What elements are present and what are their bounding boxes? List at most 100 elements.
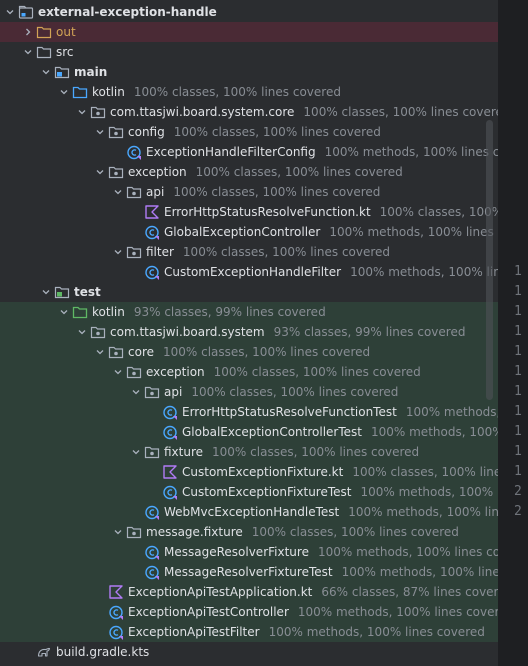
chevron-down-icon[interactable]	[128, 442, 144, 462]
kotlin-class-icon	[144, 564, 160, 580]
chevron-down-icon[interactable]	[92, 162, 108, 182]
tree-item-label: kotlin	[92, 305, 125, 319]
tree-row[interactable]: api 100% classes, 100% lines covered	[0, 182, 498, 202]
editor-gutter-panel: 1 1 1 1 1 1 1 1 1 1 1 2 2	[498, 0, 528, 666]
line-number: 2	[514, 484, 522, 499]
tree-item-label: MessageResolverFixture	[164, 545, 309, 559]
chevron-down-icon[interactable]	[92, 342, 108, 362]
tree-row[interactable]: MessageResolverFixture 100% methods, 100%…	[0, 542, 498, 562]
tree-row[interactable]: GlobalExceptionControllerTest 100% method…	[0, 422, 498, 442]
chevron-down-icon[interactable]	[110, 242, 126, 262]
package-icon	[108, 124, 124, 140]
tree-row[interactable]: CustomExceptionFixture.kt 100% classes, 1…	[0, 462, 498, 482]
line-number: 1	[514, 444, 522, 459]
chevron-down-icon[interactable]	[110, 182, 126, 202]
tree-row[interactable]: WebMvcExceptionHandleTest 100% methods, 1…	[0, 502, 498, 522]
tree-row[interactable]: api 100% classes, 100% lines covered	[0, 382, 498, 402]
coverage-text: 100% classes, 100% lines covered	[213, 365, 421, 379]
line-number: 1	[514, 264, 522, 279]
tree-scrollbar[interactable]	[486, 120, 493, 400]
tree-item-label: core	[128, 345, 154, 359]
kotlin-class-icon	[162, 484, 178, 500]
chevron-right-icon[interactable]	[20, 22, 36, 42]
chevron-down-icon[interactable]	[56, 82, 72, 102]
tree-row[interactable]: com.ttasjwi.board.system.core 100% classe…	[0, 102, 498, 122]
coverage-text: 100% classes, 100% lines covered	[173, 125, 381, 139]
package-icon	[108, 164, 124, 180]
tree-item-label: MessageResolverFixtureTest	[164, 565, 333, 579]
tree-item-label: test	[74, 285, 101, 299]
coverage-text: 100% methods, 100% lines covered	[317, 545, 498, 559]
tree-row[interactable]: CustomExceptionFixtureTest 100% methods, …	[0, 482, 498, 502]
tree-row[interactable]: src	[0, 42, 498, 62]
tree-item-label: external-exception-handle	[38, 5, 217, 19]
kotlin-class-icon	[144, 264, 160, 280]
tree-row[interactable]: CustomExceptionHandleFilter 100% methods,…	[0, 262, 498, 282]
chevron-down-icon[interactable]	[38, 282, 54, 302]
tree-row[interactable]: ExceptionApiTestFilter 100% methods, 100%…	[0, 622, 498, 642]
chevron-down-icon[interactable]	[110, 362, 126, 382]
tree-row[interactable]: kotlin 93% classes, 99% lines covered	[0, 302, 498, 322]
line-number: 1	[514, 284, 522, 299]
tree-row[interactable]: core 100% classes, 100% lines covered	[0, 342, 498, 362]
chevron-down-icon[interactable]	[92, 122, 108, 142]
chevron-down-icon[interactable]	[128, 382, 144, 402]
tree-row[interactable]: external-exception-handle	[0, 2, 498, 22]
tree-row[interactable]: MessageResolverFixtureTest 100% methods, …	[0, 562, 498, 582]
chevron-down-icon[interactable]	[74, 322, 90, 342]
package-icon	[126, 184, 142, 200]
coverage-text: 100% methods, 100% lines covered	[324, 145, 498, 159]
coverage-text: 100% classes, 100% lines covered	[195, 165, 403, 179]
tree-row[interactable]: message.fixture 100% classes, 100% lines …	[0, 522, 498, 542]
tree-item-label: CustomExceptionFixtureTest	[182, 485, 352, 499]
tree-row[interactable]: fixture 100% classes, 100% lines covered	[0, 442, 498, 462]
project-tree: external-exception-handle out src main kotli…	[0, 0, 498, 666]
tree-row[interactable]: ErrorHttpStatusResolveFunction.kt 100% cl…	[0, 202, 498, 222]
chevron-down-icon[interactable]	[110, 522, 126, 542]
tree-row[interactable]: ExceptionApiTestApplication.kt 66% classe…	[0, 582, 498, 602]
tree-item-label: GlobalExceptionController	[164, 225, 321, 239]
tree-item-label: kotlin	[92, 85, 125, 99]
folder-icon	[36, 44, 52, 60]
chevron-down-icon[interactable]	[38, 62, 54, 82]
package-icon	[126, 364, 142, 380]
package-icon	[90, 324, 106, 340]
kotlin-class-icon	[144, 504, 160, 520]
coverage-text: 100% classes, 100% lines covered	[182, 245, 391, 259]
package-icon	[144, 444, 160, 460]
chevron-down-icon[interactable]	[74, 102, 90, 122]
tree-row[interactable]: GlobalExceptionController 100% methods, 1…	[0, 222, 498, 242]
coverage-text: 100% classes, 100% lines covered	[352, 465, 498, 479]
tree-item-label: exception	[128, 165, 187, 179]
package-icon	[126, 524, 142, 540]
chevron-down-icon[interactable]	[2, 2, 18, 22]
tree-row[interactable]: exception 100% classes, 100% lines covere…	[0, 162, 498, 182]
tree-row[interactable]: filter 100% classes, 100% lines covered	[0, 242, 498, 262]
tree-row[interactable]: ExceptionApiTestController 100% methods, …	[0, 602, 498, 622]
tree-row[interactable]: kotlin 100% classes, 100% lines covered	[0, 82, 498, 102]
tree-item-label: api	[164, 385, 183, 399]
tree-row[interactable]: ErrorHttpStatusResolveFunctionTest 100% m…	[0, 402, 498, 422]
tree-item-label: out	[56, 25, 76, 39]
tree-row[interactable]: test	[0, 282, 498, 302]
tree-row[interactable]: main	[0, 62, 498, 82]
tree-row[interactable]: config 100% classes, 100% lines covered	[0, 122, 498, 142]
tree-row[interactable]: out	[0, 22, 498, 42]
coverage-text: 66% classes, 87% lines covered	[321, 585, 498, 599]
line-number: 1	[514, 404, 522, 419]
kotlin-file-icon	[144, 204, 160, 220]
line-number: 1	[514, 424, 522, 439]
tree-row[interactable]: exception 100% classes, 100% lines covere…	[0, 362, 498, 382]
chevron-down-icon[interactable]	[20, 42, 36, 62]
coverage-text: 100% methods, 100% lines covered	[350, 265, 498, 279]
tree-item-label: exception	[146, 365, 205, 379]
tree-row[interactable]: com.ttasjwi.board.system 93% classes, 99%…	[0, 322, 498, 342]
tree-row[interactable]: build.gradle.kts	[0, 642, 498, 662]
chevron-down-icon[interactable]	[56, 302, 72, 322]
kotlin-class-icon	[144, 544, 160, 560]
tree-row[interactable]: ExceptionHandleFilterConfig 100% methods,…	[0, 142, 498, 162]
